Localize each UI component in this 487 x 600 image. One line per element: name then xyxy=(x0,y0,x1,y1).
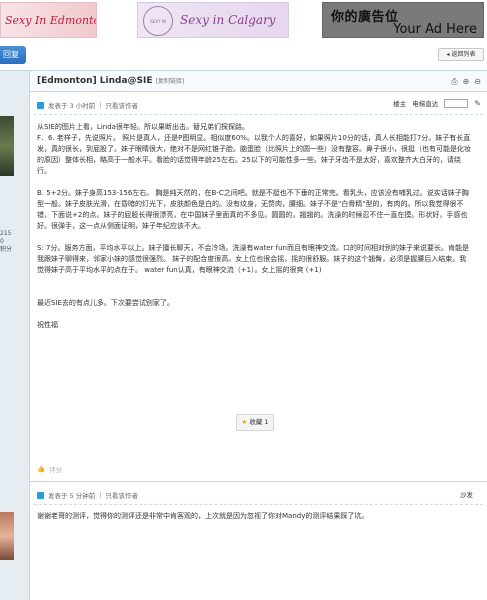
thumb-icon: 👍 xyxy=(37,465,46,473)
floor-label: 楼主 xyxy=(393,100,407,108)
rate-label: 评分 xyxy=(49,466,63,474)
back-to-list-button[interactable]: ◂ 返回列表 xyxy=(438,48,484,61)
action-row: 回复 ◂ 返回列表 xyxy=(0,46,487,68)
ad-placeholder-english: Your Ad Here xyxy=(393,22,477,37)
ad-placeholder-chinese: 你的廣告位 xyxy=(331,10,399,25)
favorite-label: 收藏 xyxy=(249,418,263,426)
banner-row: Sexy In Edmonton SEXY IN CALGARY Sexy in… xyxy=(0,0,487,40)
post-paragraph: S: 7分。服务方面，平均水平以上。妹子擅长聊天，不会冷场。洗澡有water f… xyxy=(37,244,469,274)
author-only-link[interactable]: 只看该作者 xyxy=(105,100,138,110)
reply-button[interactable]: 回复 xyxy=(0,46,26,64)
floor-jump-input[interactable] xyxy=(444,98,469,108)
divider xyxy=(34,114,483,115)
copy-link[interactable]: [复制链接] xyxy=(156,78,185,85)
author-stat-label: 积分 xyxy=(0,246,13,253)
post-meta: 发表于 5 分钟前 | 只看该作者 xyxy=(37,488,138,502)
sidebar-column xyxy=(0,71,30,93)
post-time: 发表于 5 分钟前 xyxy=(48,492,96,500)
zoom-out-icon[interactable]: ⊖ xyxy=(474,77,481,87)
favorite-button[interactable]: ★ 收藏 1 xyxy=(236,414,274,431)
banner-your-ad-here[interactable]: 你的廣告位 Your Ad Here xyxy=(322,2,484,38)
thread-title-text: [Edmonton] Linda@SIE xyxy=(37,76,153,86)
author-only-link[interactable]: 只看该作者 xyxy=(105,490,138,500)
post-main: 215 0 积分 发表于 3 小时前 | 只看该作者 楼主 电梯直达 ✎ 从SI… xyxy=(0,92,487,482)
post-paragraph: 从SIE的图片上看，Linda很年轻。所以果断出击。替兄弟们探探路。 xyxy=(37,123,249,131)
star-icon: ★ xyxy=(241,418,248,426)
post-body: 谢谢老哥的测评，觉得你的测评还是非常中肯客观的，上次就是因为忽视了你对Mandy… xyxy=(37,511,473,522)
banner-calgary-text: Sexy in Calgary xyxy=(180,13,276,27)
author-stats: 215 0 积分 xyxy=(0,230,30,254)
jump-label: 电梯直达 xyxy=(412,100,439,108)
zoom-in-icon[interactable]: ⊕ xyxy=(463,77,470,87)
calgary-seal-logo: SEXY IN CALGARY xyxy=(143,6,173,36)
divider xyxy=(34,504,483,505)
post-paragraph: B. 5+2分。妹子身高153-156左右。 胸是纯天然的，在B-C之间吧。就是… xyxy=(37,189,469,230)
avatar[interactable] xyxy=(0,116,14,176)
edit-icon[interactable]: ✎ xyxy=(474,99,481,108)
favorite-count: 1 xyxy=(264,418,269,426)
author-sidebar xyxy=(0,482,30,600)
author-stat-value: 215 xyxy=(0,230,12,237)
post-meta: 发表于 3 小时前 | 只看该作者 xyxy=(37,98,138,112)
online-status-icon xyxy=(37,101,44,109)
banner-edmonton-text: Sexy In Edmonton xyxy=(5,14,96,27)
author-stat-value: 0 xyxy=(0,238,4,245)
thread-title: [Edmonton] Linda@SIE [复制链接] xyxy=(37,76,184,86)
post-body: 从SIE的图片上看，Linda很年轻。所以果断出击。替兄弟们探探路。 F．6. … xyxy=(37,122,473,331)
avatar[interactable] xyxy=(0,512,14,560)
author-sidebar: 215 0 积分 xyxy=(0,92,30,482)
post-tools: 楼主 电梯直达 ✎ xyxy=(393,98,481,108)
post-paragraph: 谢谢老哥的测评，觉得你的测评还是非常中肯客观的，上次就是因为忽视了你对Mandy… xyxy=(37,512,369,520)
post-time: 发表于 3 小时前 xyxy=(48,102,96,110)
rate-row[interactable]: 👍 评分 xyxy=(37,464,62,474)
banner-calgary-ad[interactable]: SEXY IN CALGARY Sexy in Calgary xyxy=(137,2,289,38)
post-reply: 发表于 5 分钟前 | 只看该作者 沙发 谢谢老哥的测评，觉得你的测评还是非常中… xyxy=(0,482,487,600)
thread-title-bar: [Edmonton] Linda@SIE [复制链接] ⎙ ⊕ ⊖ xyxy=(0,70,487,93)
banner-edmonton-ad[interactable]: Sexy In Edmonton xyxy=(0,2,97,38)
post-paragraph: 最近SIE去的有点儿多。下次要尝试别家了。 xyxy=(37,299,174,307)
post-signoff: 祝性福 xyxy=(37,321,58,329)
meta-separator: | xyxy=(99,491,102,499)
post-paragraph: F．6. 老样子，先说照片。 照片是真人，还是P图明显。相似度60%。以我个人的… xyxy=(37,134,471,175)
thread-tools: ⎙ ⊕ ⊖ xyxy=(451,77,481,87)
meta-separator: | xyxy=(99,101,102,109)
print-icon[interactable]: ⎙ xyxy=(451,77,457,87)
floor-label: 沙发 xyxy=(460,491,473,499)
online-status-icon xyxy=(37,491,44,499)
